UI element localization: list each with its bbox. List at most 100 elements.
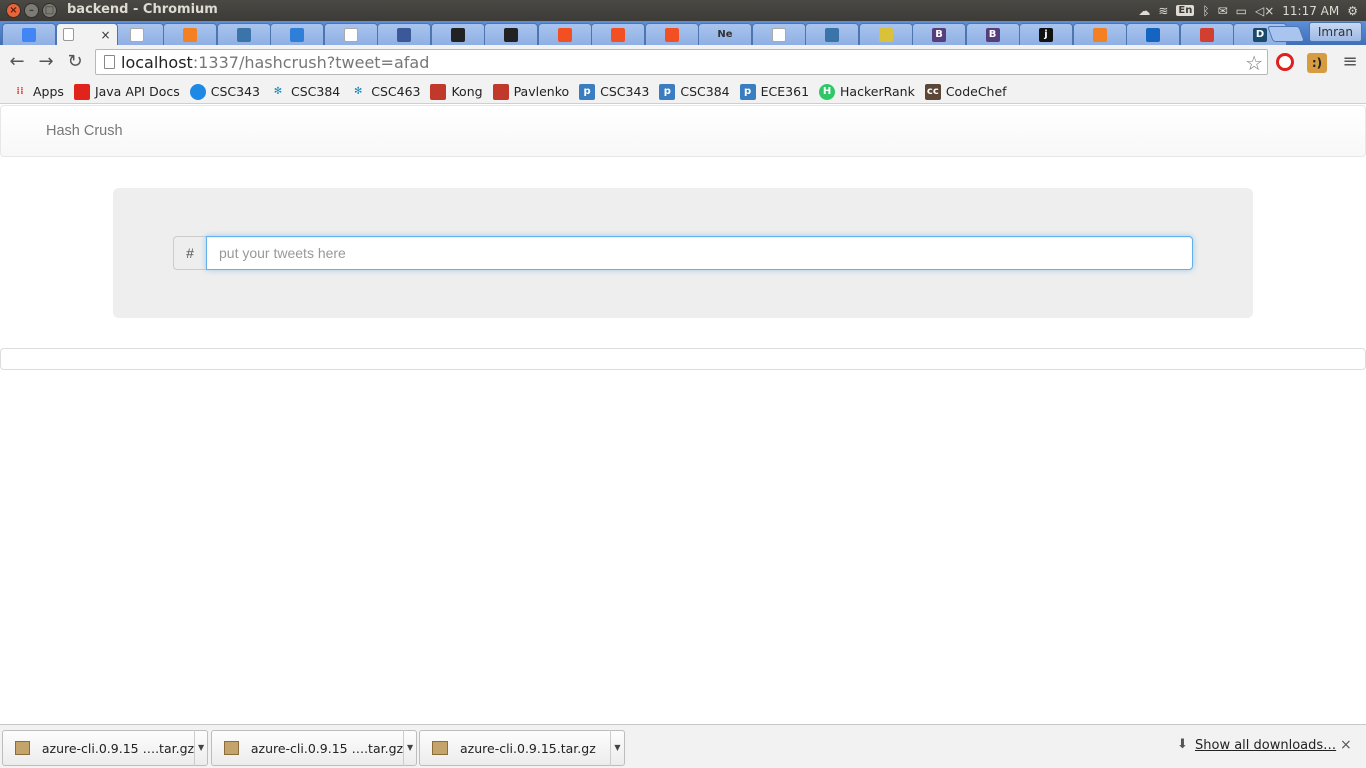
blue-circle-icon <box>189 83 206 100</box>
download-item[interactable]: azure-cli.0.9.15 ….tar.gz ▼ <box>2 730 208 766</box>
windows-favicon-icon <box>664 27 679 42</box>
window-close-button[interactable]: × <box>6 3 21 18</box>
jumbotron: # <box>113 188 1253 318</box>
bookmark-apps[interactable]: ⁞⁞ Apps <box>7 81 69 103</box>
show-all-downloads-link[interactable]: Show all downloads… <box>1195 738 1336 753</box>
bookmark-ece361[interactable]: p ECE361 <box>735 81 814 103</box>
close-tab-icon[interactable]: × <box>100 28 110 42</box>
bookmark-csc343[interactable]: p CSC343 <box>574 81 654 103</box>
bookmarks-bar: ⁞⁞ Apps Java API Docs CSC343 ✻ CSC384 ✻ CSC463 K… <box>0 80 1366 104</box>
download-menu-arrow-icon[interactable]: ▼ <box>403 730 416 766</box>
python-favicon-icon <box>236 27 251 42</box>
bookmark-label: CSC384 <box>680 84 730 99</box>
snowflake-icon: ✻ <box>354 85 363 97</box>
bookmark-label: ECE361 <box>760 84 810 99</box>
tab[interactable]: B <box>912 23 966 45</box>
web-page: Hash Crush # <box>0 105 1366 724</box>
download-menu-arrow-icon[interactable]: ▼ <box>194 730 207 766</box>
download-menu-arrow-icon[interactable]: ▼ <box>610 730 624 766</box>
d-favicon-icon: D <box>1253 27 1267 42</box>
bookmark-java-api-docs[interactable]: Java API Docs <box>69 81 185 103</box>
bluetooth-icon[interactable]: ᛒ <box>1202 4 1209 18</box>
bookmark-csc384[interactable]: p CSC384 <box>654 81 734 103</box>
windows-favicon-icon <box>611 27 625 42</box>
tab[interactable]: B <box>965 23 1020 45</box>
back-arrow-icon[interactable]: ← <box>6 51 28 73</box>
tab[interactable] <box>1179 23 1234 45</box>
mail-icon[interactable]: ✉ <box>1218 4 1228 18</box>
download-arrow-icon: ⬇ <box>1177 737 1188 752</box>
tab[interactable] <box>537 23 592 45</box>
url-text[interactable]: localhost:1337/hashcrush?tweet=afad <box>121 53 429 72</box>
page-favicon-icon <box>771 27 786 42</box>
clock[interactable]: 11:17 AM <box>1282 4 1339 18</box>
bookmark-csc384[interactable]: ✻ CSC384 <box>265 81 345 103</box>
tab[interactable] <box>1126 23 1180 45</box>
apps-grid-icon: ⁞⁞ <box>16 85 24 97</box>
tab[interactable] <box>163 23 217 45</box>
chrome-menu-icon[interactable]: ≡ <box>1340 52 1360 72</box>
download-filename: azure-cli.0.9.15.tar.gz <box>460 740 596 756</box>
bookmark-label: CSC343 <box>210 84 260 99</box>
tab[interactable] <box>323 23 378 45</box>
settings-gear-icon[interactable]: ⚙ <box>1347 4 1358 18</box>
forward-arrow-icon[interactable]: → <box>35 51 57 73</box>
extension-face-icon[interactable]: :) <box>1307 53 1327 73</box>
cloud-icon[interactable]: ☁ <box>1138 4 1150 18</box>
tab[interactable] <box>484 23 538 45</box>
bookmark-star-icon[interactable]: ☆ <box>1245 51 1263 75</box>
tab[interactable]: j <box>1019 23 1073 45</box>
download-filename: azure-cli.0.9.15 ….tar.gz <box>250 740 404 756</box>
bookmark-csc463[interactable]: ✻ CSC463 <box>345 81 425 103</box>
codechef-icon: cc <box>924 83 941 100</box>
os-top-panel: × – □ backend - Chromium ☁ ≋ En ᛒ ✉ ▭ ◁×… <box>0 0 1366 21</box>
tab[interactable] <box>270 23 324 45</box>
bookmark-kong[interactable]: Kong <box>425 81 487 103</box>
download-item[interactable]: azure-cli.0.9.15 ….tar.gz ▼ <box>211 730 417 766</box>
tab[interactable] <box>751 23 806 45</box>
tab[interactable] <box>858 23 913 45</box>
window-maximize-button[interactable]: □ <box>42 3 57 18</box>
sun-favicon-icon <box>878 27 893 42</box>
tab[interactable] <box>805 23 859 45</box>
opera-extension-icon[interactable] <box>1276 53 1294 71</box>
stack-favicon-icon <box>1092 27 1107 42</box>
close-shelf-icon[interactable]: × <box>1340 737 1352 753</box>
package-icon <box>15 741 30 755</box>
tab[interactable] <box>2 23 56 45</box>
tab[interactable] <box>591 23 645 45</box>
tweet-input[interactable] <box>206 236 1193 270</box>
battery-icon[interactable]: ▭ <box>1236 4 1247 18</box>
windows-favicon-icon <box>557 27 572 42</box>
tab-active[interactable]: × <box>55 23 118 45</box>
oracle-icon <box>73 83 90 100</box>
window-minimize-button[interactable]: – <box>24 3 39 18</box>
download-item[interactable]: azure-cli.0.9.15.tar.gz ▼ <box>419 730 625 766</box>
tab[interactable]: Ne <box>698 23 752 45</box>
edge-favicon-icon <box>290 27 304 42</box>
reload-icon[interactable]: ↻ <box>64 51 86 73</box>
bookmark-label: CSC384 <box>290 84 341 99</box>
bookmark-hackerrank[interactable]: H HackerRank <box>814 81 920 103</box>
tab[interactable] <box>216 23 271 45</box>
wave-favicon-icon <box>1146 27 1160 42</box>
tab[interactable] <box>377 23 431 45</box>
browser-toolbar: ← → ↻ localhost:1337/hashcrush?tweet=afa… <box>0 45 1366 80</box>
tab[interactable] <box>109 23 164 45</box>
tab[interactable] <box>644 23 699 45</box>
tab[interactable] <box>430 23 485 45</box>
bookmark-csc343[interactable]: CSC343 <box>185 81 265 103</box>
address-bar[interactable]: localhost:1337/hashcrush?tweet=afad ☆ <box>95 49 1268 75</box>
keyboard-language-indicator[interactable]: En <box>1176 5 1195 16</box>
new-tab-button[interactable] <box>1267 26 1305 42</box>
profile-button[interactable]: Imran <box>1308 22 1362 42</box>
tab[interactable] <box>1072 23 1127 45</box>
navbar-brand[interactable]: Hash Crush <box>46 123 123 139</box>
bookmark-label: CSC463 <box>371 84 421 99</box>
wifi-icon[interactable]: ≋ <box>1158 4 1168 18</box>
volume-icon[interactable]: ◁× <box>1255 4 1274 18</box>
snowflake-icon: ✻ <box>273 85 283 97</box>
bookmark-pavlenko[interactable]: Pavlenko <box>488 81 575 103</box>
page-favicon-icon <box>129 27 144 42</box>
bookmark-codechef[interactable]: cc CodeChef <box>920 81 1012 103</box>
